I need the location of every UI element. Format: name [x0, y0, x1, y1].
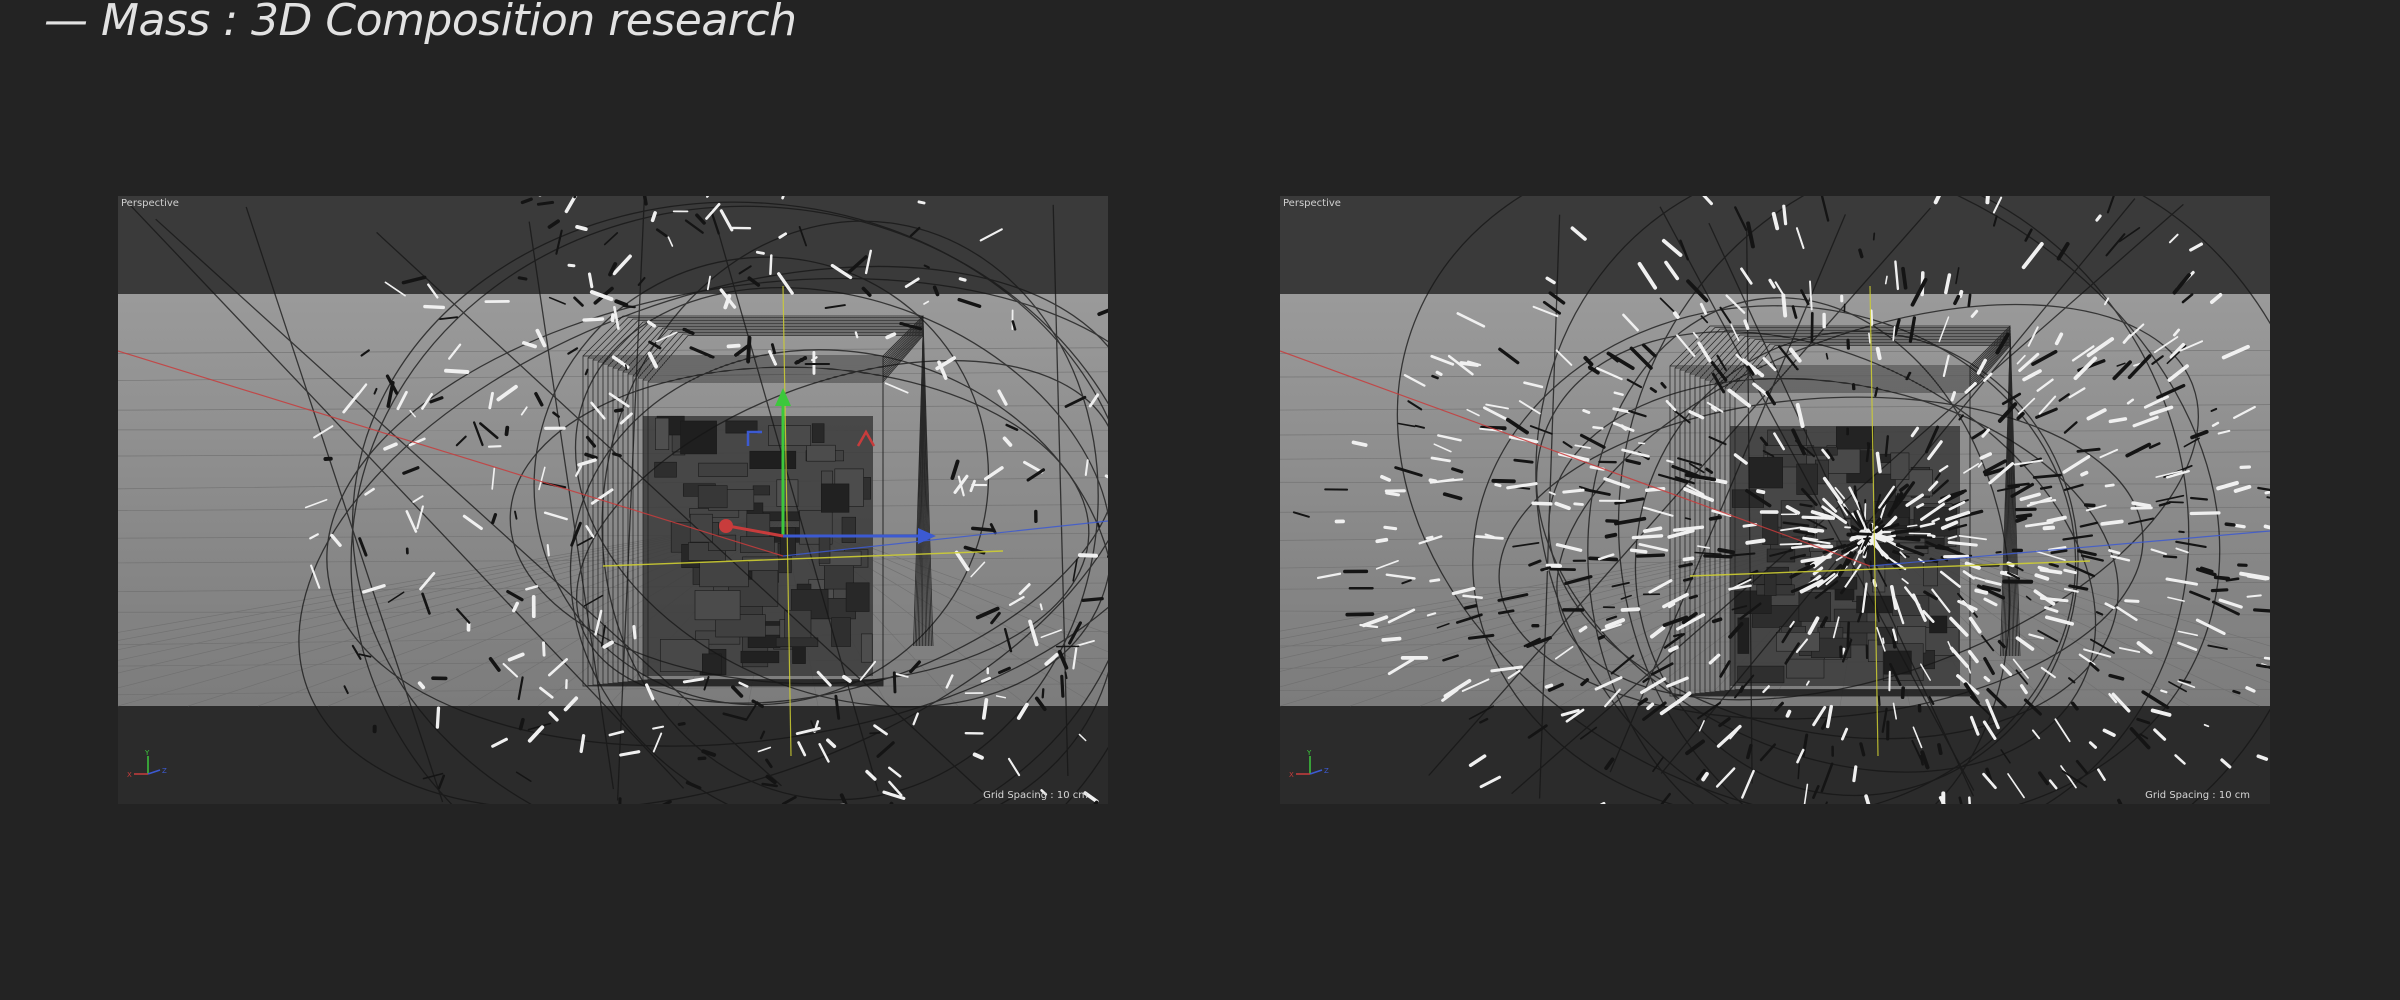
svg-text:Z: Z: [1324, 767, 1329, 775]
viewport-camera-label[interactable]: Perspective: [121, 198, 179, 209]
viewport-left[interactable]: Perspective Y X Z Grid Spacing : 10 cm: [118, 196, 1108, 804]
svg-text:Z: Z: [162, 767, 167, 775]
viewport-right[interactable]: Perspective Y X Z Grid Spacing : 10 cm: [1280, 196, 2270, 804]
svg-text:Y: Y: [144, 749, 150, 757]
page-title: — Mass : 3D Composition research: [44, 0, 797, 46]
grid-spacing-label: Grid Spacing : 10 cm: [983, 790, 1088, 801]
svg-text:X: X: [1289, 771, 1294, 779]
svg-text:X: X: [127, 771, 132, 779]
axis-gizmo-icon: Y X Z: [1289, 749, 1329, 779]
viewport-camera-label[interactable]: Perspective: [1283, 198, 1341, 209]
grid-spacing-label: Grid Spacing : 10 cm: [2145, 790, 2250, 801]
viewport-scene-right[interactable]: [1280, 196, 2270, 804]
axis-gizmo-icon: Y X Z: [127, 749, 167, 779]
svg-text:Y: Y: [1306, 749, 1312, 757]
viewport-scene-left[interactable]: [118, 196, 1108, 804]
